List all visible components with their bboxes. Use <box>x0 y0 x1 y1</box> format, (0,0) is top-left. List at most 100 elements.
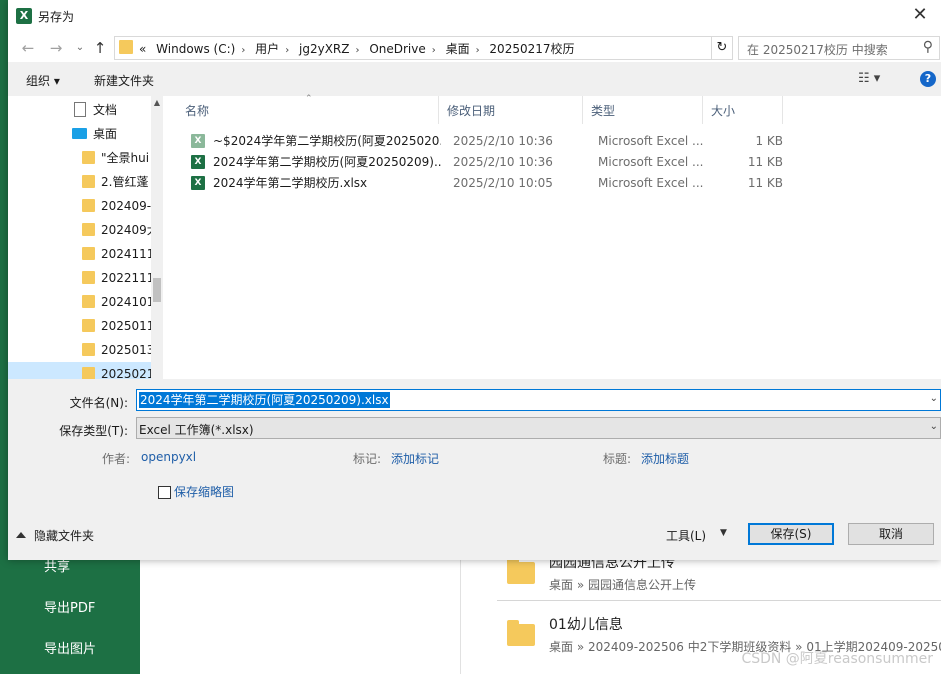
nav-item-folder[interactable]: 2025011 <box>8 314 151 338</box>
dialog-title: 另存为 <box>38 10 75 24</box>
nav-item-folder[interactable]: 202409- <box>8 194 151 218</box>
nav-item-folder[interactable]: "全景hui <box>8 146 151 170</box>
sort-ascending-icon: ⌃ <box>305 94 313 104</box>
folder-icon <box>507 558 535 584</box>
folder-icon <box>82 271 95 284</box>
nav-item-documents[interactable]: 文档 <box>8 98 151 122</box>
breadcrumb-item[interactable]: OneDrive <box>369 42 425 56</box>
nav-item-desktop[interactable]: 桌面 <box>8 122 151 146</box>
nav-item-folder[interactable]: 202409大 <box>8 218 151 242</box>
chevron-right-icon[interactable]: › <box>355 45 359 56</box>
nav-item-folder[interactable]: 2024111 <box>8 242 151 266</box>
nav-item-folder-selected[interactable]: 2025021 <box>8 362 151 379</box>
folder-icon <box>82 343 95 356</box>
breadcrumb-overflow[interactable]: « <box>139 42 146 56</box>
title-label: 标题: <box>603 452 632 466</box>
document-icon <box>74 102 86 117</box>
address-row: ← → ⌄ ↑ « Windows (C:) › 用户 › jg2yXRZ › One… <box>8 32 941 62</box>
chevron-right-icon[interactable]: › <box>432 45 436 56</box>
nav-item-folder[interactable]: 2022111 <box>8 266 151 290</box>
file-name: 2024学年第二学期校历(阿夏20250209).... <box>213 155 441 169</box>
nav-item-folder[interactable]: 2024101 <box>8 290 151 314</box>
file-type: Microsoft Excel ... <box>598 155 704 169</box>
command-bar: 组织 ▾ 新建文件夹 ☷ ▾ ? <box>8 62 941 97</box>
folder-icon <box>82 367 95 379</box>
file-name: ~$2024学年第二学期校历(阿夏2025020... <box>213 134 441 148</box>
nav-item-label: 2025021 <box>101 367 151 379</box>
refresh-icon[interactable]: ↻ <box>712 36 733 60</box>
file-size: 11 KB <box>747 176 783 190</box>
scrollbar-thumb[interactable] <box>153 278 161 302</box>
forward-arrow-icon[interactable]: → <box>46 38 66 58</box>
title-bar: X 另存为 ✕ <box>8 0 941 32</box>
help-icon[interactable]: ? <box>920 71 936 87</box>
excel-file-icon: X <box>191 176 205 190</box>
backstage-export-pdf[interactable]: 导出PDF <box>0 591 140 627</box>
hide-folders-toggle[interactable]: 隐藏文件夹 <box>16 527 94 544</box>
breadcrumb-item[interactable]: Windows (C:) <box>156 42 235 56</box>
filetype-select[interactable]: Excel 工作簿(*.xlsx) ⌄ <box>136 417 941 439</box>
desktop-icon <box>72 128 87 139</box>
excel-file-icon: X <box>191 155 205 169</box>
folder-icon <box>507 620 535 646</box>
breadcrumb: « Windows (C:) › 用户 › jg2yXRZ › OneDrive › 桌… <box>139 40 581 57</box>
breadcrumb-item[interactable]: 20250217校历 <box>489 42 574 56</box>
scroll-up-icon[interactable]: ▲ <box>151 98 163 107</box>
breadcrumb-item[interactable]: 桌面 <box>446 42 470 56</box>
nav-scrollbar[interactable]: ▲ <box>151 96 163 379</box>
save-thumbnail-checkbox[interactable] <box>158 486 171 499</box>
watermark: CSDN @阿夏reasonsummer <box>741 651 933 667</box>
folder-icon <box>82 199 95 212</box>
backstage-export-image[interactable]: 导出图片 <box>0 632 140 668</box>
new-folder-button[interactable]: 新建文件夹 <box>94 72 154 89</box>
nav-item-folder[interactable]: 2025013 <box>8 338 151 362</box>
nav-item-label: "全景hui <box>101 151 150 165</box>
nav-item-label: 2.管红蓬 <box>101 175 149 189</box>
author-field[interactable]: openpyxl <box>141 450 196 464</box>
filename-label: 文件名(N): <box>69 396 128 410</box>
tags-field[interactable]: 添加标记 <box>391 450 439 467</box>
navigation-pane: 文档 桌面 "全景hui 2.管红蓬 202409- 202409大 20241… <box>8 96 163 379</box>
search-input[interactable]: 在 20250217校历 中搜索 ⚲ <box>738 36 940 60</box>
chevron-down-icon[interactable]: ⌄ <box>930 393 938 404</box>
chevron-down-icon[interactable]: ▼ <box>720 528 727 538</box>
title-field[interactable]: 添加标题 <box>641 450 689 467</box>
file-list: 名称 ⌃ 修改日期 类型 大小 X ~$2024学年第二学期校历(阿夏20250… <box>163 94 941 379</box>
file-type: Microsoft Excel ... <box>598 134 704 148</box>
excel-file-icon: X <box>191 134 205 148</box>
file-date: 2025/2/10 10:36 <box>453 155 553 169</box>
folder-icon <box>82 247 95 260</box>
folder-icon <box>82 175 95 188</box>
address-bar[interactable]: « Windows (C:) › 用户 › jg2yXRZ › OneDrive › 桌… <box>114 36 805 60</box>
filename-input[interactable]: 2024学年第二学期校历(阿夏20250209).xlsx ⌄ <box>136 389 941 411</box>
file-row[interactable]: X 2024学年第二学期校历.xlsx 2025/2/10 10:05 Micr… <box>183 173 793 194</box>
chevron-right-icon[interactable]: › <box>241 45 245 56</box>
file-size: 1 KB <box>755 134 783 148</box>
column-header-size[interactable]: 大小 <box>703 96 783 124</box>
chevron-right-icon[interactable]: › <box>476 45 480 56</box>
close-button[interactable]: ✕ <box>905 2 935 28</box>
back-arrow-icon[interactable]: ← <box>18 38 38 58</box>
chevron-right-icon[interactable]: › <box>285 45 289 56</box>
column-header-type[interactable]: 类型 <box>583 96 703 124</box>
organize-menu[interactable]: 组织 ▾ <box>26 72 60 89</box>
file-name: 2024学年第二学期校历.xlsx <box>213 176 368 190</box>
breadcrumb-item[interactable]: 用户 <box>255 42 279 56</box>
save-button[interactable]: 保存(S) <box>748 523 834 545</box>
view-options-icon[interactable]: ☷ ▾ <box>858 71 880 86</box>
tools-menu[interactable]: 工具(L) <box>666 527 706 544</box>
save-form: 文件名(N): 2024学年第二学期校历(阿夏20250209).xlsx ⌄ … <box>8 379 941 560</box>
file-row[interactable]: X 2024学年第二学期校历(阿夏20250209).... 2025/2/10… <box>183 152 793 173</box>
folder-icon <box>119 40 133 54</box>
cancel-button[interactable]: 取消 <box>848 523 934 545</box>
save-thumbnail-label[interactable]: 保存缩略图 <box>174 483 234 500</box>
up-arrow-icon[interactable]: ↑ <box>90 38 110 58</box>
chevron-down-icon[interactable]: ⌄ <box>930 421 938 432</box>
file-date: 2025/2/10 10:36 <box>453 134 553 148</box>
chevron-down-icon[interactable]: ⌄ <box>70 38 90 58</box>
nav-item-folder[interactable]: 2.管红蓬 <box>8 170 151 194</box>
breadcrumb-item[interactable]: jg2yXRZ <box>299 42 349 56</box>
file-row[interactable]: X ~$2024学年第二学期校历(阿夏2025020... 2025/2/10 … <box>183 131 793 152</box>
nav-item-label: 2022111 <box>101 271 151 285</box>
column-header-date[interactable]: 修改日期 <box>439 96 583 124</box>
